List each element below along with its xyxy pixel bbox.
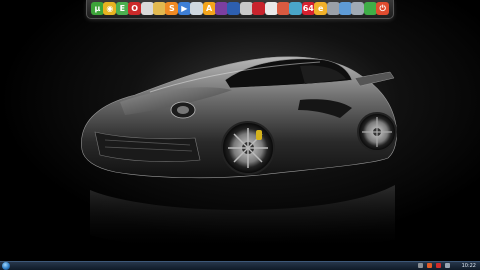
cd-icon[interactable] xyxy=(277,2,290,15)
evernote-glyph: E xyxy=(119,4,126,13)
chart-icon[interactable] xyxy=(326,2,340,15)
folder-icon[interactable] xyxy=(153,2,166,15)
power-glyph: ⏻ xyxy=(379,4,386,13)
chrome-icon[interactable]: ◉ xyxy=(103,2,117,15)
vlc-icon[interactable] xyxy=(264,2,278,15)
bug-icon[interactable] xyxy=(239,2,253,15)
64-glyph: 64 xyxy=(302,4,314,13)
save-icon[interactable] xyxy=(227,2,241,15)
dock-bar: µ ◉ E O S ▶ A 64 e ⏻ xyxy=(86,0,394,19)
tray-flag-icon[interactable] xyxy=(418,263,423,268)
notepad-icon[interactable] xyxy=(190,2,204,15)
wallpaper-car xyxy=(0,0,480,261)
64-icon[interactable]: 64 xyxy=(301,2,315,15)
skype-icon[interactable]: S xyxy=(165,2,179,15)
document-icon[interactable] xyxy=(339,2,352,15)
opera-glyph: O xyxy=(131,4,139,13)
taskbar: 10:22 xyxy=(0,261,480,270)
chrome-glyph: ◉ xyxy=(106,4,114,13)
tray-volume-icon[interactable] xyxy=(436,263,441,268)
media-player-glyph: ▶ xyxy=(181,4,188,13)
skype-glyph: S xyxy=(169,4,175,13)
start-button[interactable] xyxy=(2,262,10,270)
media-player-icon[interactable]: ▶ xyxy=(177,2,191,15)
tablet-icon[interactable] xyxy=(351,2,365,15)
file-icon[interactable] xyxy=(140,2,154,15)
desktop: µ ◉ E O S ▶ A 64 e ⏻ xyxy=(0,0,480,261)
red-app-icon[interactable] xyxy=(252,2,266,15)
power-icon[interactable]: ⏻ xyxy=(376,2,390,15)
network-icon[interactable] xyxy=(289,2,303,15)
opera-icon[interactable]: O xyxy=(128,2,142,15)
rar-icon[interactable] xyxy=(215,2,228,15)
ie-glyph: e xyxy=(317,4,324,13)
ie-icon[interactable]: e xyxy=(314,2,328,15)
avast-icon[interactable]: A xyxy=(202,2,216,15)
evernote-icon[interactable]: E xyxy=(115,2,129,15)
utorrent-glyph: µ xyxy=(94,4,101,13)
utorrent-icon[interactable]: µ xyxy=(91,2,104,15)
tray-antivirus-icon[interactable] xyxy=(427,263,432,268)
tray-network-icon[interactable] xyxy=(445,263,450,268)
taskbar-clock[interactable]: 10:22 xyxy=(462,262,476,270)
game-icon[interactable] xyxy=(363,2,377,15)
avast-glyph: A xyxy=(205,4,213,13)
